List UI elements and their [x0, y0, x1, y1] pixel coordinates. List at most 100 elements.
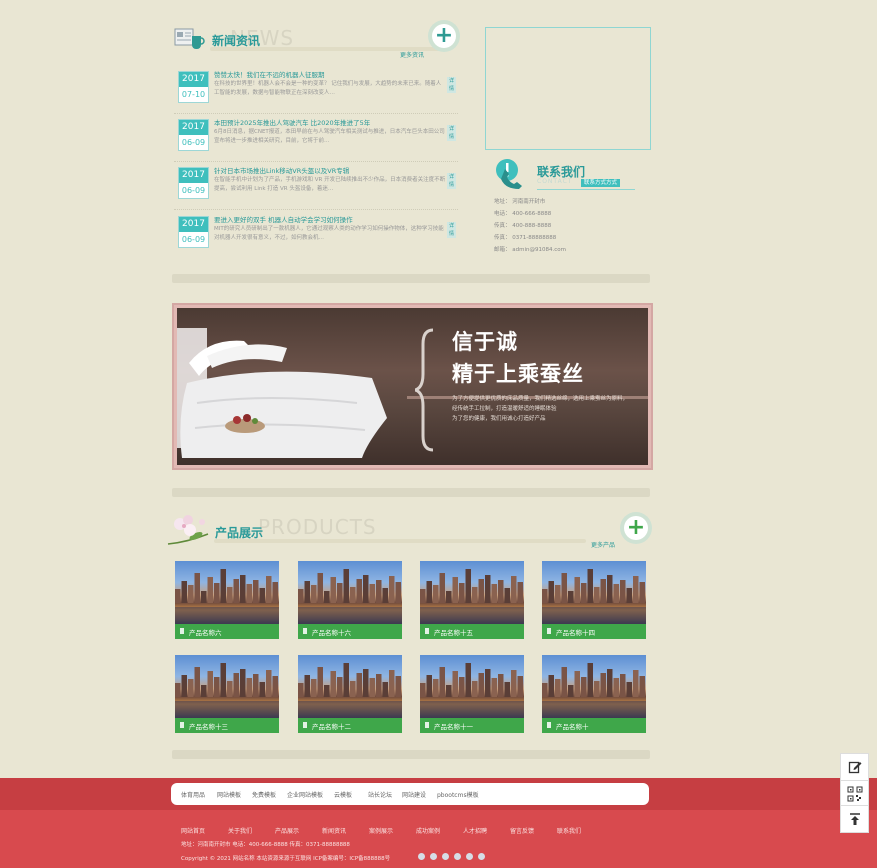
skyline-building	[633, 576, 639, 603]
skyline-building	[561, 573, 567, 603]
skyline-building	[266, 670, 272, 697]
product-card[interactable]: 产品名称十二	[298, 655, 402, 733]
tag-icon	[303, 722, 307, 728]
skyline-building	[259, 682, 265, 697]
friend-link[interactable]: pbootcms模板	[437, 790, 479, 799]
product-card[interactable]: 产品名称十	[542, 655, 646, 733]
product-card[interactable]: 产品名称十三	[175, 655, 279, 733]
river-water	[175, 607, 279, 624]
skyline-building	[194, 573, 200, 603]
skyline-building	[626, 588, 632, 603]
news-detail-button[interactable]: 详情	[447, 222, 456, 238]
friend-link[interactable]: 云模板	[334, 790, 352, 799]
product-name[interactable]: 产品名称十二	[312, 721, 351, 731]
product-card[interactable]: 产品名称十四	[542, 561, 646, 639]
brace-decoration	[415, 328, 434, 452]
news-item[interactable]: 2017 07-10 赞赞太快！我们在不远的机器人征服期 在科技的世界里！机器人…	[170, 68, 462, 114]
skyline-building	[465, 569, 471, 603]
skyline-building	[548, 675, 554, 697]
news-item[interactable]: 2017 06-09 要进入更好的双手 机器人自动学会学习如何操作 MIT的研究…	[170, 213, 462, 259]
product-card[interactable]: 产品名称十一	[420, 655, 524, 733]
news-detail-button[interactable]: 详情	[447, 125, 456, 141]
skyline-building	[620, 580, 626, 603]
news-more-link[interactable]: 更多资讯	[400, 50, 424, 59]
news-title-link[interactable]: 赞赞太快！我们在不远的机器人征服期	[214, 69, 325, 79]
promo-banner[interactable]: 信于诚 精于上乘蚕丝 为了方便提供更优质的床品质量，我们精选丝绵，选用上乘蚕丝为…	[172, 303, 653, 470]
news-item[interactable]: 2017 06-09 本田预计2025年推出人驾驶汽车 比2020年推进了5年 …	[170, 116, 462, 162]
news-detail-button[interactable]: 详情	[447, 77, 456, 93]
social-icon[interactable]	[442, 853, 449, 860]
product-name[interactable]: 产品名称十	[556, 721, 589, 731]
friend-link[interactable]: 体育用品	[181, 790, 205, 799]
footer-nav-item[interactable]: 网站首页	[181, 826, 205, 835]
news-more-plus-button[interactable]: +	[428, 20, 460, 52]
skyline-building	[233, 579, 239, 603]
products-more-plus-button[interactable]: +	[620, 512, 652, 544]
skyline-building	[175, 589, 181, 603]
skyline-building	[433, 585, 439, 603]
skyline-building	[363, 575, 369, 603]
skyline-building	[240, 669, 246, 697]
footer-nav-item[interactable]: 留言反馈	[510, 826, 534, 835]
skyline-building	[194, 667, 200, 697]
social-icon[interactable]	[454, 853, 461, 860]
banner-text-line: 为了您的健康，我们用诚心打造好产品	[452, 416, 546, 422]
qrcode-button[interactable]	[840, 780, 869, 808]
edit-icon	[848, 761, 861, 774]
city-skyline	[175, 663, 279, 718]
footer-nav-item[interactable]: 成功案例	[416, 826, 440, 835]
social-icon[interactable]	[466, 853, 473, 860]
social-icon[interactable]	[418, 853, 425, 860]
skyline-building	[363, 669, 369, 697]
footer-nav-item[interactable]: 关于我们	[228, 826, 252, 835]
skyline-building	[561, 667, 567, 697]
back-to-top-button[interactable]	[840, 805, 869, 833]
social-icon[interactable]	[478, 853, 485, 860]
skyline-building	[485, 669, 491, 697]
tag-icon	[180, 628, 184, 634]
product-image	[542, 561, 646, 624]
friend-link[interactable]: 免费模板	[252, 790, 276, 799]
news-title-link[interactable]: 本田预计2025年推出人驾驶汽车 比2020年推进了5年	[214, 117, 370, 127]
river-water	[542, 701, 646, 718]
product-name[interactable]: 产品名称十五	[434, 627, 473, 637]
skyline-building	[626, 682, 632, 697]
product-name[interactable]: 产品名称六	[189, 627, 222, 637]
footer-nav-item[interactable]: 新闻资讯	[322, 826, 346, 835]
skyline-building	[491, 584, 497, 603]
product-card[interactable]: 产品名称十六	[298, 561, 402, 639]
products-more-link[interactable]: 更多产品	[591, 540, 615, 549]
product-name[interactable]: 产品名称十三	[189, 721, 228, 731]
skyline-building	[298, 683, 304, 697]
product-name[interactable]: 产品名称十一	[434, 721, 473, 731]
product-card[interactable]: 产品名称十五	[420, 561, 524, 639]
footer-nav-item[interactable]: 案例展示	[369, 826, 393, 835]
skyline-building	[485, 575, 491, 603]
footer-nav-item[interactable]: 产品展示	[275, 826, 299, 835]
news-title-link[interactable]: 要进入更好的双手 机器人自动学会学习如何操作	[214, 214, 353, 224]
footer-nav-item[interactable]: 联系我们	[557, 826, 581, 835]
news-detail-button[interactable]: 详情	[447, 173, 456, 189]
river-water	[420, 607, 524, 624]
skyline-building	[420, 589, 426, 603]
friend-link[interactable]: 站长论坛	[368, 790, 392, 799]
friend-link[interactable]: 网站模板	[217, 790, 241, 799]
news-item[interactable]: 2017 06-09 针对日本市场推出Link移动VR头盔以及VR专辑 在智能手…	[170, 164, 462, 210]
skyline-building	[478, 673, 484, 697]
skyline-building	[188, 679, 194, 697]
edit-button[interactable]	[840, 753, 869, 781]
city-skyline	[420, 569, 524, 624]
product-card[interactable]: 产品名称六	[175, 561, 279, 639]
product-name[interactable]: 产品名称十四	[556, 627, 595, 637]
product-name[interactable]: 产品名称十六	[312, 627, 351, 637]
skyline-building	[233, 673, 239, 697]
friend-link[interactable]: 网站建设	[402, 790, 426, 799]
skyline-building	[452, 577, 458, 603]
friend-link[interactable]: 企业网站模板	[287, 790, 323, 799]
skyline-building	[426, 675, 432, 697]
footer-nav-item[interactable]: 人才招聘	[463, 826, 487, 835]
news-title-link[interactable]: 针对日本市场推出Link移动VR头盔以及VR专辑	[214, 165, 349, 175]
social-icon[interactable]	[430, 853, 437, 860]
skyline-building	[542, 589, 548, 603]
skyline-building	[511, 670, 517, 697]
